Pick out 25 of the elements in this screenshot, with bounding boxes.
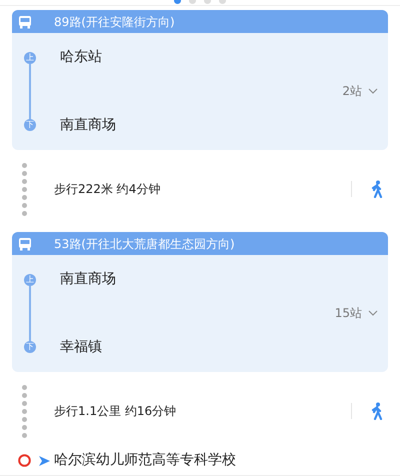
alight-marker: 下 — [24, 341, 36, 353]
board-marker: 上 — [24, 274, 36, 286]
walk-icon[interactable] — [370, 402, 384, 420]
dotted-path — [22, 384, 26, 438]
bus-icon — [18, 236, 32, 250]
destination-name: 哈尔滨幼儿师范高等专科学校 — [54, 451, 236, 470]
arrow-icon — [39, 456, 50, 466]
stop-count[interactable]: 15站 — [334, 303, 362, 323]
route-line — [29, 64, 31, 119]
walk-info: 步行222米 约4分钟 — [54, 181, 162, 198]
destination-ring-icon — [18, 454, 31, 467]
route-title: 89路(开往安隆街方向) — [54, 14, 175, 30]
station-name: 南直商场 — [60, 117, 116, 133]
station-name: 南直商场 — [60, 271, 116, 287]
route-title: 53路(开往北大荒唐都生态园方向) — [54, 236, 235, 252]
walk-icon[interactable] — [370, 180, 384, 198]
bus-icon — [18, 14, 32, 28]
route-line — [29, 286, 31, 341]
station-name: 幸福镇 — [60, 339, 102, 355]
board-marker: 上 — [24, 52, 36, 64]
alight-marker: 下 — [24, 119, 36, 131]
dotted-path — [22, 162, 26, 216]
walk-info: 步行1.1公里 约16分钟 — [54, 403, 178, 420]
stop-count[interactable]: 2站 — [342, 81, 362, 101]
station-name: 哈东站 — [60, 49, 102, 65]
